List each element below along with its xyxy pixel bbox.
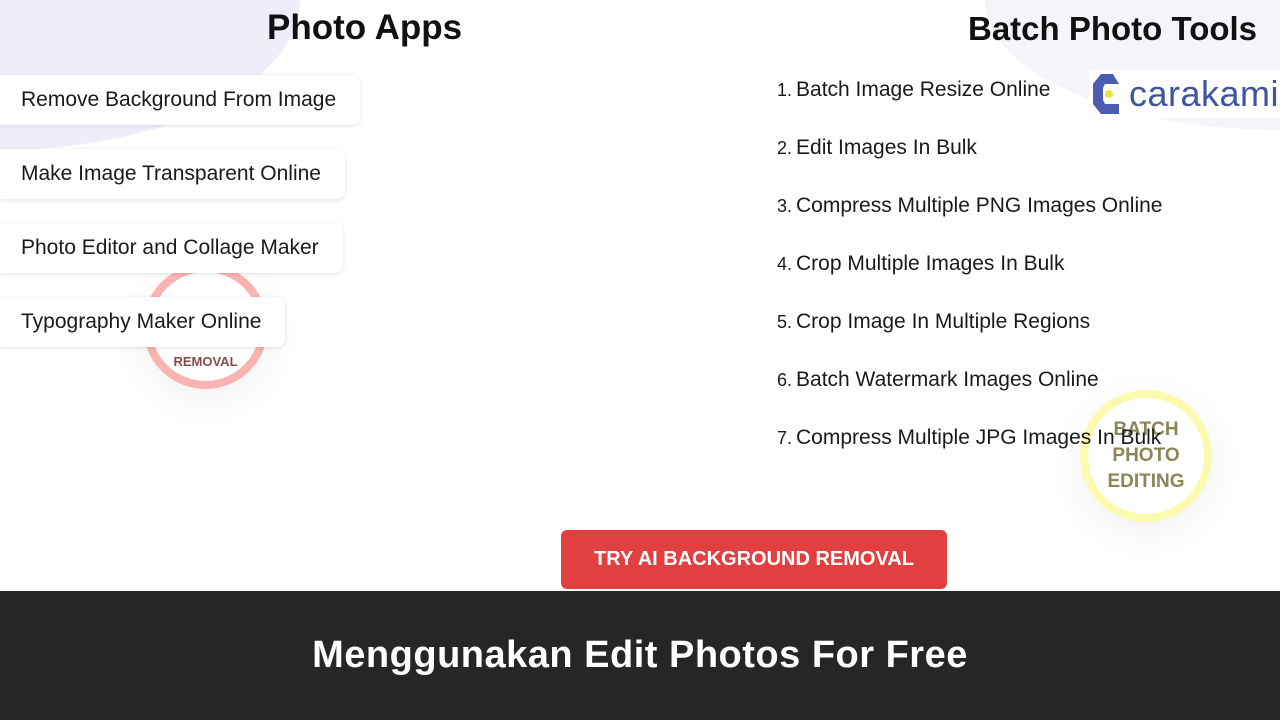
batch-photo-tools-heading: Batch Photo Tools bbox=[968, 10, 1258, 47]
list-item[interactable]: 7. Compress Multiple JPG Images In Bulk bbox=[777, 426, 1162, 484]
item-number: 1. bbox=[777, 80, 793, 100]
badge-text: REMOVAL bbox=[173, 354, 238, 369]
item-link[interactable]: Crop Multiple Images In Bulk bbox=[796, 252, 1064, 275]
item-number: 4. bbox=[777, 254, 793, 274]
item-link[interactable]: Batch Image Resize Online bbox=[796, 78, 1050, 101]
caption-banner: Menggunakan Edit Photos For Free bbox=[0, 591, 1280, 720]
item-link[interactable]: Edit Images In Bulk bbox=[796, 136, 977, 159]
carakami-logo: carakami bbox=[1089, 70, 1280, 118]
item-number: 3. bbox=[777, 196, 793, 216]
item-link[interactable]: Crop Image In Multiple Regions bbox=[796, 310, 1090, 333]
batch-tools-list: 1. Batch Image Resize Online 2. Edit Image… bbox=[777, 78, 1162, 484]
list-item[interactable]: 5. Crop Image In Multiple Regions bbox=[777, 310, 1162, 368]
item-link[interactable]: Batch Watermark Images Online bbox=[796, 368, 1099, 391]
caption-title: Menggunakan Edit Photos For Free bbox=[312, 634, 968, 676]
photo-app-link[interactable]: Photo Editor and Collage Maker bbox=[0, 223, 343, 273]
photo-app-link[interactable]: Make Image Transparent Online bbox=[0, 149, 345, 199]
logo-text: carakami bbox=[1129, 73, 1280, 114]
photo-app-link[interactable]: Remove Background From Image bbox=[0, 75, 361, 125]
photo-app-link[interactable]: Typography Maker Online bbox=[0, 297, 286, 347]
carakami-logo-icon bbox=[1093, 74, 1119, 114]
list-item[interactable]: 4. Crop Multiple Images In Bulk bbox=[777, 252, 1162, 310]
list-item[interactable]: 3. Compress Multiple PNG Images Online bbox=[777, 194, 1162, 252]
photo-apps-heading: Photo Apps bbox=[267, 8, 463, 47]
list-item[interactable]: 6. Batch Watermark Images Online bbox=[777, 368, 1162, 426]
item-number: 5. bbox=[777, 312, 793, 332]
item-number: 2. bbox=[777, 138, 793, 158]
item-link[interactable]: Compress Multiple JPG Images In Bulk bbox=[796, 426, 1161, 449]
item-number: 6. bbox=[777, 370, 793, 390]
item-link[interactable]: Compress Multiple PNG Images Online bbox=[796, 194, 1162, 217]
item-number: 7. bbox=[777, 428, 793, 448]
list-item[interactable]: 2. Edit Images In Bulk bbox=[777, 136, 1162, 194]
try-ai-background-removal-button[interactable]: TRY AI BACKGROUND REMOVAL bbox=[561, 530, 947, 589]
